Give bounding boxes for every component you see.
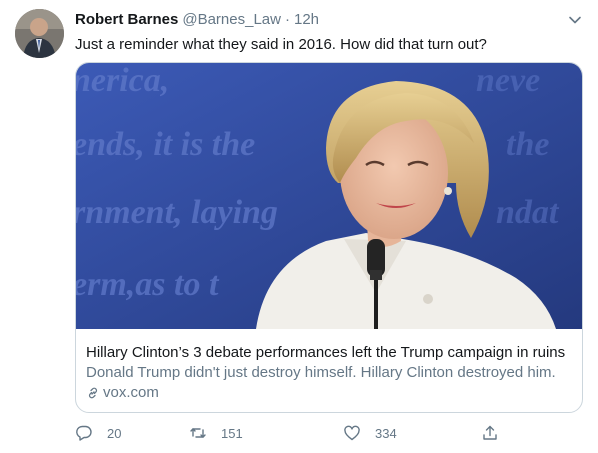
link-icon (88, 387, 98, 398)
tweet-time[interactable]: 12h (294, 11, 319, 28)
share-button[interactable] (481, 424, 513, 442)
separator-dot: · (284, 11, 290, 28)
reply-icon (76, 425, 92, 441)
backdrop-text-1: nerica, (76, 63, 169, 99)
retweet-icon (190, 428, 206, 438)
author-handle[interactable]: @Barnes_Law (182, 11, 281, 28)
card-domain-text: vox.com (103, 384, 159, 401)
like-button[interactable]: 334 (343, 424, 397, 442)
avatar-image (15, 9, 64, 58)
retweet-count: 151 (221, 425, 243, 441)
reply-count: 20 (107, 425, 122, 441)
tweet-header: Robert Barnes @Barnes_Law · 12h (75, 11, 319, 31)
like-count: 334 (375, 425, 397, 441)
share-icon (483, 425, 497, 440)
tweet-actions: 20 151 334 (75, 424, 505, 444)
svg-text:neve: neve (476, 63, 540, 99)
svg-text:the: the (506, 126, 549, 163)
retweet-button[interactable]: 151 (189, 424, 243, 442)
backdrop-text-2: ends, it is the (76, 126, 255, 163)
tweet[interactable]: Robert Barnes @Barnes_Law · 12h Just a r… (0, 0, 598, 453)
reply-button[interactable]: 20 (75, 424, 121, 442)
heart-icon (344, 425, 360, 441)
card-description: Donald Trump didn't just destroy himself… (86, 364, 556, 381)
avatar[interactable] (15, 9, 64, 58)
tweet-text: Just a reminder what they said in 2016. … (75, 36, 487, 53)
link-card[interactable]: nerica, ends, it is the rnment, laying e… (75, 62, 583, 413)
card-domain[interactable]: vox.com (86, 384, 159, 401)
backdrop-text-3: rnment, laying (76, 194, 278, 231)
card-title[interactable]: Hillary Clinton’s 3 debate performances … (86, 344, 565, 361)
author-name[interactable]: Robert Barnes (75, 11, 178, 28)
backdrop-text-4: erm,as to t (76, 266, 220, 303)
card-image[interactable]: nerica, ends, it is the rnment, laying e… (76, 63, 582, 329)
svg-text:ndat: ndat (496, 194, 560, 231)
chevron-down-icon[interactable] (566, 11, 584, 29)
